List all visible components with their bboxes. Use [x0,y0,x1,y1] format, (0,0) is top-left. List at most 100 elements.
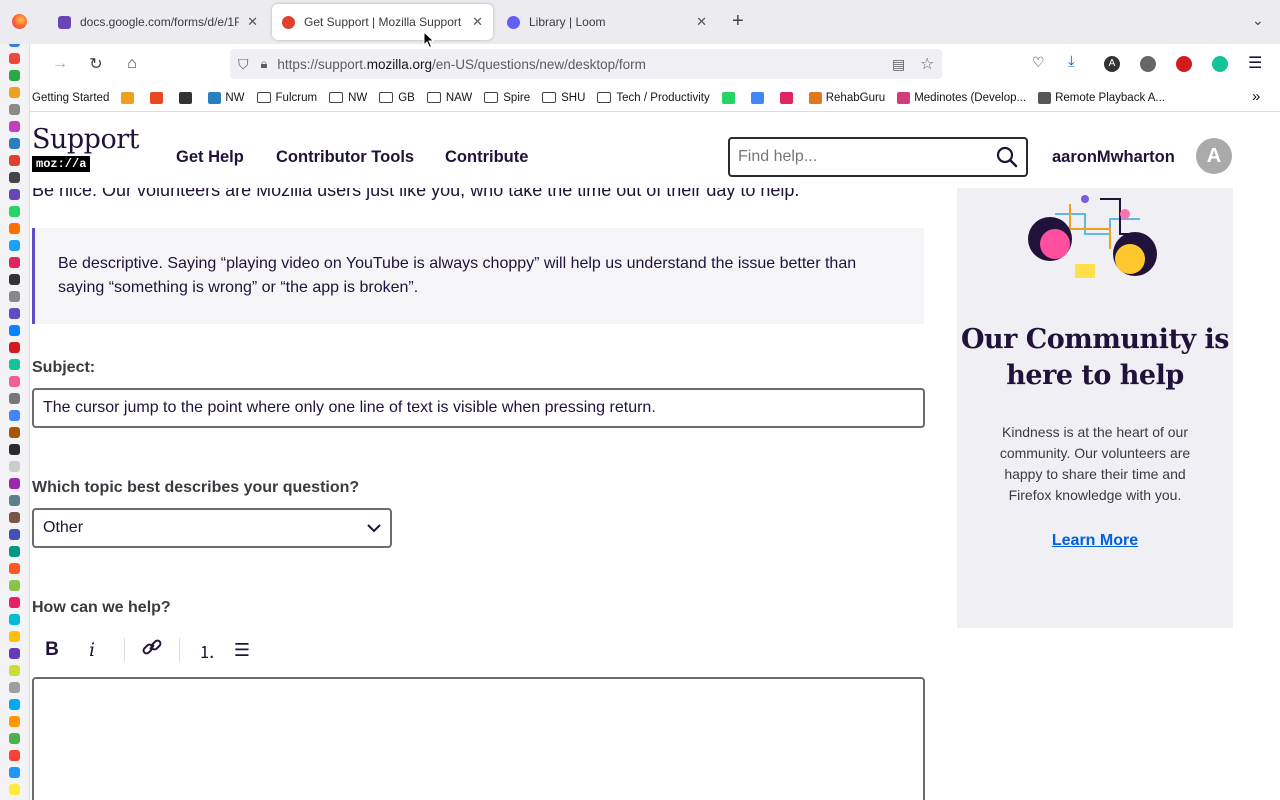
extension-a-icon[interactable]: A [1104,56,1120,72]
dock-app-icon[interactable] [9,733,20,744]
bookmark-item[interactable]: GB [379,92,415,104]
nav-get-help[interactable]: Get Help [176,148,244,167]
dock-app-icon[interactable] [9,291,20,302]
search-icon[interactable] [996,146,1018,168]
tab-mozilla-support[interactable]: Get Support | Mozilla Support ✕ [272,4,493,40]
username[interactable]: aaronMwharton [1052,148,1175,167]
bookmark-item[interactable]: Medinotes (Develop... [897,91,1026,104]
tab-google-forms[interactable]: docs.google.com/forms/d/e/1FAI ✕ [48,4,268,40]
bookmark-item[interactable] [779,91,797,104]
numbered-list-icon[interactable]: ⒈ [192,638,222,663]
downloads-icon[interactable]: ⤓ [1068,53,1075,70]
dock-app-icon[interactable] [9,172,20,183]
lock-icon[interactable]: 🔒︎ [261,56,268,72]
pocket-icon[interactable]: ♡ [1032,54,1045,71]
link-icon[interactable] [137,636,167,664]
new-tab-button[interactable]: + [732,10,744,33]
bookmark-item[interactable] [721,91,739,104]
dock-app-icon[interactable] [9,206,20,217]
dock-app-icon[interactable] [9,546,20,557]
forward-arrow-icon[interactable]: → [45,55,75,73]
dock-app-icon[interactable] [9,631,20,642]
dock-app-icon[interactable] [9,155,20,166]
dock-app-icon[interactable] [9,716,20,727]
bookmark-star-icon[interactable]: ☆ [920,54,934,74]
bookmark-item[interactable] [121,91,138,104]
dock-app-icon[interactable] [9,359,20,370]
dock-app-icon[interactable] [9,614,20,625]
dock-app-icon[interactable] [9,512,20,523]
extension-green-icon[interactable] [1212,56,1228,72]
dock-app-icon[interactable] [9,665,20,676]
bookmark-item[interactable] [150,91,167,104]
bookmark-item[interactable]: Remote Playback A... [1038,91,1165,104]
menu-icon[interactable]: ☰ [1248,53,1262,73]
italic-icon[interactable]: i [72,639,112,661]
dock-app-icon[interactable] [9,121,20,132]
close-icon[interactable]: ✕ [472,14,483,30]
dock-app-icon[interactable] [9,274,20,285]
bullet-list-icon[interactable]: ☰ [222,640,262,661]
dock-app-icon[interactable] [9,427,20,438]
dock-app-icon[interactable] [9,104,20,115]
dock-app-icon[interactable] [9,750,20,761]
bookmark-item[interactable]: RehabGuru [808,91,885,104]
bold-icon[interactable]: B [32,639,72,661]
subject-field[interactable]: The cursor jump to the point where only … [32,388,925,428]
dock-app-icon[interactable] [9,308,20,319]
dock-app-icon[interactable] [9,342,20,353]
more-bookmarks-icon[interactable]: » [1252,88,1260,105]
dock-app-icon[interactable] [9,376,20,387]
extension-grammarly-icon[interactable] [1140,56,1156,72]
bookmark-item[interactable]: Getting Started [32,92,109,104]
dock-app-icon[interactable] [9,393,20,404]
dock-app-icon[interactable] [9,70,20,81]
dock-app-icon[interactable] [9,444,20,455]
dock-app-icon[interactable] [9,461,20,472]
dock-app-icon[interactable] [9,223,20,234]
search-input[interactable] [738,148,996,166]
bookmark-item[interactable]: NAW [426,92,472,104]
close-icon[interactable]: ✕ [696,14,707,30]
dock-app-icon[interactable] [9,580,20,591]
close-icon[interactable]: ✕ [247,14,258,30]
bookmark-item[interactable]: NW [208,91,245,104]
dock-app-icon[interactable] [9,240,20,251]
bookmark-item[interactable]: Spire [484,92,530,104]
learn-more-link[interactable]: Learn More [1052,532,1138,550]
dock-app-icon[interactable] [9,495,20,506]
dock-app-icon[interactable] [9,648,20,659]
firefox-icon[interactable] [12,14,27,29]
home-icon[interactable]: ⌂ [117,55,147,73]
dock-app-icon[interactable] [9,784,20,795]
dock-app-icon[interactable] [9,767,20,778]
tab-loom[interactable]: Library | Loom ✕ [497,4,717,40]
bookmark-item[interactable]: SHU [542,92,585,104]
dock-app-icon[interactable] [9,87,20,98]
dock-app-icon[interactable] [9,478,20,489]
dock-app-icon[interactable] [9,53,20,64]
bookmark-item[interactable] [179,91,196,104]
bookmark-item[interactable]: Tech / Productivity [597,92,710,104]
bookmark-item[interactable]: Fulcrum [256,92,317,104]
bookmark-item[interactable] [750,91,768,104]
reader-view-icon[interactable]: ▤ [892,56,905,73]
topic-select[interactable]: Other [32,508,392,548]
nav-contributor-tools[interactable]: Contributor Tools [276,148,414,167]
url-bar[interactable]: ⛉ 🔒︎ https://support.mozilla.org/en-US/q… [230,49,942,79]
dock-app-icon[interactable] [9,682,20,693]
dock-app-icon[interactable] [9,699,20,710]
dock-app-icon[interactable] [9,529,20,540]
bookmark-item[interactable]: NW [329,92,367,104]
tab-list-chevron-icon[interactable]: ⌄ [1252,12,1264,29]
reload-icon[interactable]: ↻ [81,54,111,74]
support-logo[interactable]: Support moz://a [32,126,139,172]
dock-app-icon[interactable] [9,563,20,574]
dock-app-icon[interactable] [9,597,20,608]
extension-red-icon[interactable] [1176,56,1192,72]
shield-icon[interactable]: ⛉ [238,56,249,73]
question-editor[interactable] [32,677,925,800]
dock-app-icon[interactable] [9,189,20,200]
nav-contribute[interactable]: Contribute [445,148,528,167]
dock-app-icon[interactable] [9,257,20,268]
